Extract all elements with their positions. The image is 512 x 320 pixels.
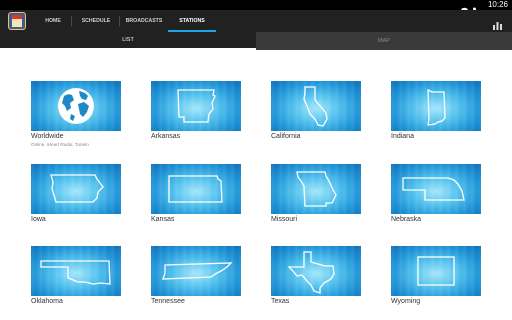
station-thumbnail [151,246,241,296]
arkansas-outline-icon [177,89,216,123]
view-subtabs: LIST MAP [0,32,512,50]
tennessee-outline-icon [162,262,233,280]
station-name: Iowa [31,216,46,223]
station-grid: Worldwide Online, iHeart Radio, TuneIn A… [0,50,512,320]
status-time: 10:26 [487,0,508,9]
station-thumbnail [271,81,361,131]
station-thumbnail [31,164,121,214]
station-thumbnail [271,164,361,214]
station-name: Missouri [271,216,298,223]
station-name: Kansas [151,216,175,223]
station-name: Oklahoma [31,298,63,305]
app-bar: HOME SCHEDULE BROADCASTS STATIONS [0,10,512,32]
station-thumbnail [151,81,241,131]
california-outline-icon [303,86,328,127]
battery-icon [471,1,478,14]
station-card-worldwide[interactable]: Worldwide Online, iHeart Radio, TuneIn [31,81,151,148]
kansas-outline-icon [168,175,223,203]
station-card-california[interactable]: California [271,81,391,141]
iowa-outline-icon [50,174,104,203]
station-card-texas[interactable]: Texas [271,246,391,306]
station-name: Worldwide [31,133,64,140]
station-card-wyoming[interactable]: Wyoming [391,246,511,306]
tab-broadcasts[interactable]: BROADCASTS [120,10,168,32]
station-name: Nebraska [391,216,421,223]
station-card-indiana[interactable]: Indiana [391,81,511,141]
wyoming-outline-icon [417,256,455,286]
station-name: Tennessee [151,298,185,305]
status-bar: 10:26 [0,0,512,14]
station-thumbnail [151,164,241,214]
subtab-map[interactable]: MAP [256,32,512,50]
station-card-kansas[interactable]: Kansas [151,164,271,224]
station-thumbnail [391,246,481,296]
indiana-outline-icon [427,88,446,126]
bar-chart-icon[interactable] [493,17,502,30]
station-name: Wyoming [391,298,421,305]
globe-icon [58,88,94,124]
station-thumbnail [31,246,121,296]
radio-station-logo-icon[interactable] [8,12,26,30]
tab-stations[interactable]: STATIONS [168,10,216,32]
station-card-tennessee[interactable]: Tennessee [151,246,271,306]
station-name: Texas [271,298,290,305]
station-card-oklahoma[interactable]: Oklahoma [31,246,151,306]
tab-schedule[interactable]: SCHEDULE [72,10,120,32]
station-card-iowa[interactable]: Iowa [31,164,151,224]
station-card-missouri[interactable]: Missouri [271,164,391,224]
missouri-outline-icon [296,171,337,207]
station-thumbnail [31,81,121,131]
station-card-nebraska[interactable]: Nebraska [391,164,511,224]
main-tabs: HOME SCHEDULE BROADCASTS STATIONS [34,10,216,32]
station-subtitle: Online, iHeart Radio, TuneIn [31,142,89,147]
station-name: Indiana [391,133,414,140]
oklahoma-outline-icon [40,260,111,285]
station-name: California [271,133,301,140]
tab-home[interactable]: HOME [34,10,72,32]
station-thumbnail [391,81,481,131]
nebraska-outline-icon [402,177,465,201]
station-card-arkansas[interactable]: Arkansas [151,81,271,141]
status-icons [461,1,478,14]
texas-outline-icon [287,251,335,294]
station-thumbnail [271,246,361,296]
station-name: Arkansas [151,133,181,140]
wifi-icon [461,1,468,14]
station-thumbnail [391,164,481,214]
subtab-list[interactable]: LIST [0,32,256,50]
